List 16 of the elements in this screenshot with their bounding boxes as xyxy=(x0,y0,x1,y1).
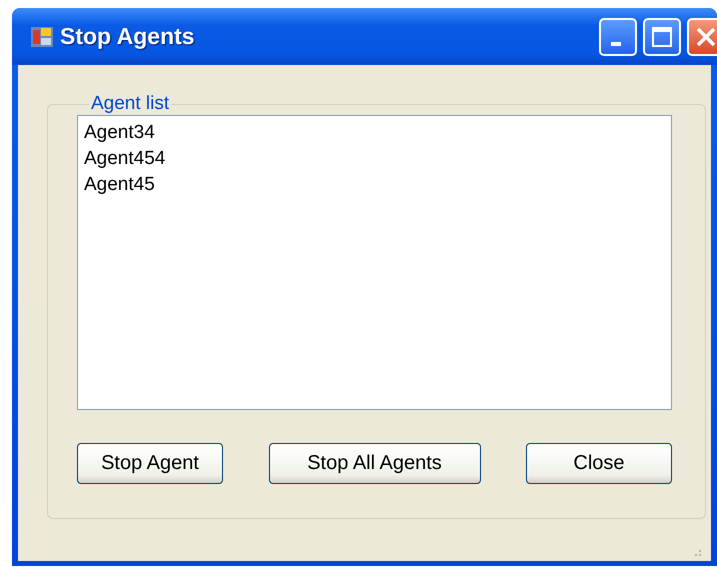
list-item[interactable]: Agent454 xyxy=(84,146,166,172)
maximize-button[interactable] xyxy=(643,18,681,56)
group-label: Agent list xyxy=(90,93,170,115)
window-title: Stop Agents xyxy=(60,23,196,50)
maximize-icon xyxy=(651,26,673,48)
action-button[interactable]: Close xyxy=(526,443,672,484)
list-item[interactable]: Agent34 xyxy=(84,120,155,146)
action-button[interactable]: Stop Agent xyxy=(77,443,223,484)
app-icon xyxy=(30,24,54,48)
close-icon xyxy=(695,26,717,48)
list-item[interactable]: Agent45 xyxy=(84,172,155,198)
action-button[interactable]: Stop All Agents xyxy=(268,443,480,484)
minimize-icon xyxy=(611,42,621,46)
close-button[interactable] xyxy=(687,18,717,56)
agent-list[interactable]: Agent34 Agent454 Agent45 xyxy=(77,115,672,410)
minimize-button[interactable] xyxy=(599,18,637,56)
